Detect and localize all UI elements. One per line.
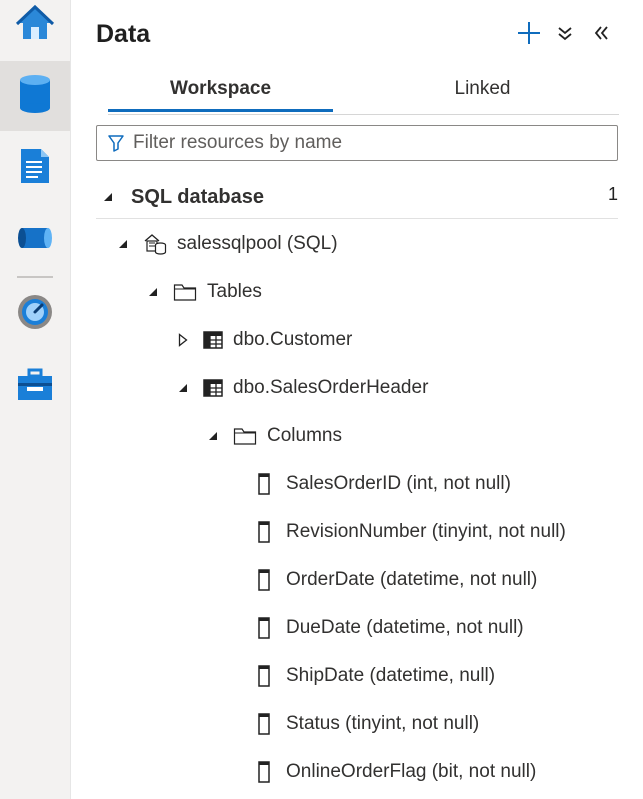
- tree-item-column[interactable]: OrderDate (datetime, not null): [258, 563, 537, 597]
- tree-item-column[interactable]: DueDate (datetime, not null): [258, 611, 524, 645]
- column-icon: [258, 713, 270, 735]
- column-label: Status (tinyint, not null): [286, 713, 480, 734]
- tree-item-column[interactable]: SalesOrderID (int, not null): [258, 467, 511, 501]
- gauge-icon: [16, 293, 54, 336]
- rail-integrate[interactable]: [0, 205, 70, 275]
- section-header[interactable]: SQL database: [101, 180, 264, 214]
- column-label: OrderDate (datetime, not null): [286, 569, 538, 590]
- tree-item-column[interactable]: ShipDate (datetime, null): [258, 659, 495, 693]
- column-label: OnlineOrderFlag (bit, not null): [286, 761, 537, 782]
- add-icon: [517, 21, 541, 50]
- add-button[interactable]: [514, 20, 544, 50]
- table-icon: [203, 379, 223, 397]
- folder-icon: [233, 426, 257, 446]
- tree-item-table-customer[interactable]: dbo.Customer: [173, 323, 352, 357]
- tree-item-column[interactable]: Status (tinyint, not null): [258, 707, 479, 741]
- tab-workspace[interactable]: Workspace: [108, 70, 333, 112]
- rail-data[interactable]: [0, 61, 70, 131]
- rail-separator: [17, 276, 53, 278]
- tree-item-label: Columns: [267, 425, 342, 446]
- toolbox-icon: [16, 368, 54, 407]
- caret-expanded-icon: [113, 239, 133, 249]
- filter-icon: [107, 134, 125, 152]
- section-sql-database[interactable]: SQL database 1: [96, 176, 618, 219]
- caret-expanded-icon: [173, 383, 193, 393]
- tab-linked[interactable]: Linked: [370, 70, 595, 112]
- column-label: SalesOrderID (int, not null): [286, 473, 511, 494]
- tab-bar: Workspace Linked: [108, 70, 619, 115]
- column-label: ShipDate (datetime, null): [286, 665, 496, 686]
- home-icon: [15, 3, 55, 48]
- column-icon: [258, 569, 270, 591]
- tree-item-pool[interactable]: salessqlpool (SQL): [113, 227, 338, 261]
- filter-box: [96, 125, 618, 161]
- pipeline-icon: [16, 224, 54, 257]
- filter-input[interactable]: [131, 131, 605, 155]
- tree-item-label: Tables: [207, 281, 262, 302]
- tree-item-columns-folder[interactable]: Columns: [203, 419, 342, 453]
- database-icon: [18, 74, 52, 119]
- tree-item-label: dbo.Customer: [233, 329, 353, 350]
- sql-pool-icon: [143, 233, 167, 255]
- section-count: 1: [607, 184, 618, 204]
- column-label: RevisionNumber (tinyint, not null): [286, 521, 566, 542]
- caret-collapsed-icon: [173, 333, 193, 347]
- folder-icon: [173, 282, 197, 302]
- chevron-double-left-icon: [593, 25, 609, 46]
- rail-home[interactable]: [0, 0, 70, 60]
- rail-develop[interactable]: [0, 133, 70, 203]
- chevron-double-down-icon: [557, 25, 573, 46]
- tree-item-column[interactable]: OnlineOrderFlag (bit, not null): [258, 755, 536, 789]
- rail-manage[interactable]: [0, 352, 70, 422]
- tree-item-label: dbo.SalesOrderHeader: [233, 377, 429, 398]
- table-icon: [203, 331, 223, 349]
- column-icon: [258, 617, 270, 639]
- column-icon: [258, 473, 270, 495]
- rail-monitor[interactable]: [0, 279, 70, 349]
- caret-expanded-icon: [143, 287, 163, 297]
- tree-item-tables-folder[interactable]: Tables: [143, 275, 262, 309]
- data-panel: Data Workspace Linked SQL database 1: [71, 0, 643, 799]
- tree-item-table-salesorderheader[interactable]: dbo.SalesOrderHeader: [173, 371, 428, 405]
- column-icon: [258, 761, 270, 783]
- column-label: DueDate (datetime, not null): [286, 617, 524, 638]
- section-label: SQL database: [131, 185, 265, 208]
- panel-title: Data: [96, 20, 151, 48]
- close-panel-button[interactable]: [586, 20, 616, 50]
- activity-rail: [0, 0, 71, 799]
- caret-expanded-icon: [203, 431, 223, 441]
- column-icon: [258, 665, 270, 687]
- document-icon: [19, 147, 51, 190]
- tree-item-column[interactable]: RevisionNumber (tinyint, not null): [258, 515, 566, 549]
- column-icon: [258, 521, 270, 543]
- collapse-all-button[interactable]: [550, 20, 580, 50]
- caret-expanded-icon: [101, 192, 115, 202]
- tree-item-label: salessqlpool (SQL): [177, 233, 338, 254]
